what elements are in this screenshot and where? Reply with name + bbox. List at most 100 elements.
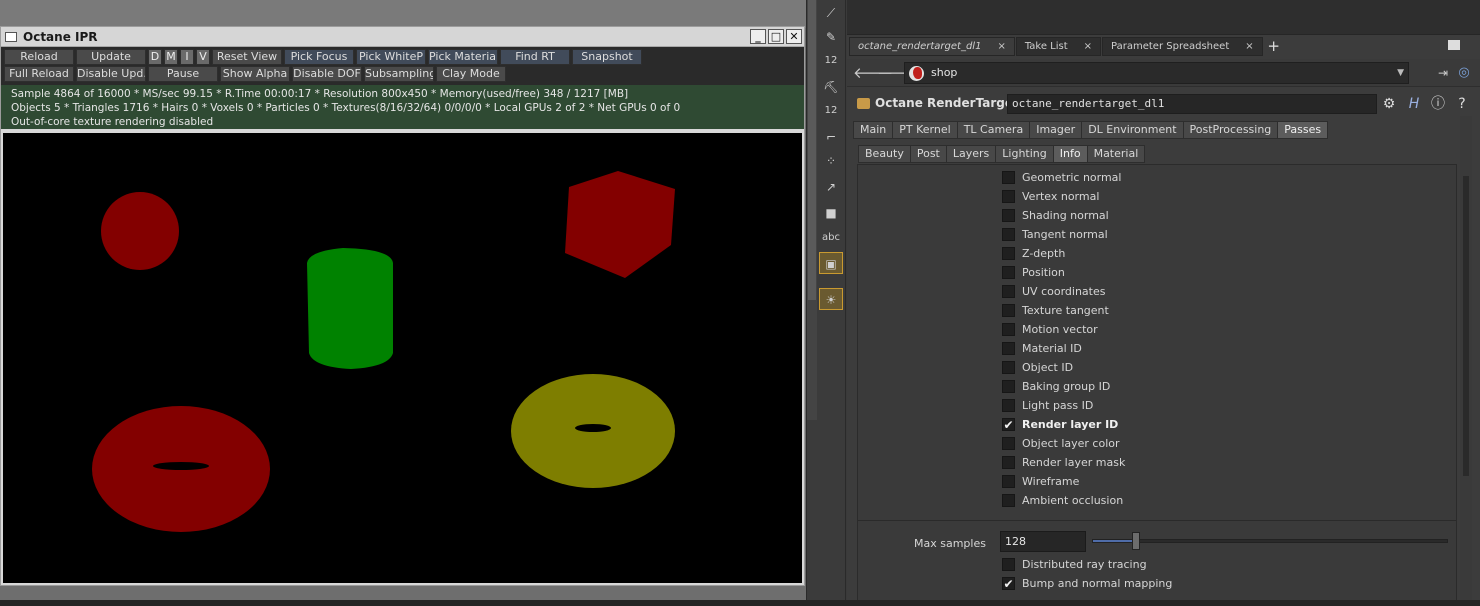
gear-icon[interactable]: ⚙ bbox=[1380, 95, 1398, 113]
pin-icon[interactable]: ⇥ bbox=[1434, 64, 1452, 82]
pass-row-ambient-occlusion[interactable]: Ambient occlusion bbox=[1002, 491, 1123, 510]
ipr-btn-show-alpha[interactable]: Show Alpha bbox=[220, 66, 290, 82]
pass-row-tangent-normal[interactable]: Tangent normal bbox=[1002, 225, 1108, 244]
checkbox[interactable] bbox=[1002, 285, 1015, 298]
ipr-btn-pick-material[interactable]: Pick Material bbox=[428, 49, 498, 65]
tab-passes[interactable]: Passes bbox=[1277, 121, 1329, 139]
panel-scrollbar[interactable] bbox=[1460, 116, 1472, 606]
info-icon[interactable]: ⓘ bbox=[1429, 95, 1447, 113]
option-row-bump-and-normal-mapping[interactable]: ✔ Bump and normal mapping bbox=[1002, 574, 1172, 593]
pass-row-render-layer-mask[interactable]: Render layer mask bbox=[1002, 453, 1125, 472]
checkbox[interactable] bbox=[1002, 323, 1015, 336]
light-icon[interactable]: ☀ bbox=[819, 288, 843, 310]
slider-knob[interactable] bbox=[1131, 532, 1140, 550]
ipr-btn-snapshot[interactable]: Snapshot bbox=[572, 49, 642, 65]
checkbox[interactable] bbox=[1002, 456, 1015, 469]
pass-row-texture-tangent[interactable]: Texture tangent bbox=[1002, 301, 1109, 320]
value-icon[interactable]: 12 bbox=[819, 50, 843, 72]
close-icon[interactable]: × bbox=[997, 37, 1005, 56]
checkbox[interactable]: ✔ bbox=[1002, 577, 1015, 590]
node-name-field[interactable]: octane_rendertarget_dl1 bbox=[1007, 94, 1377, 114]
scrollbar-thumb[interactable] bbox=[808, 0, 816, 300]
pass-row-motion-vector[interactable]: Motion vector bbox=[1002, 320, 1098, 339]
pass-row-material-id[interactable]: Material ID bbox=[1002, 339, 1082, 358]
pass-row-light-pass-id[interactable]: Light pass ID bbox=[1002, 396, 1093, 415]
pane-tab-1[interactable]: Take List × bbox=[1015, 37, 1102, 56]
ipr-btn-disable-upd-[interactable]: Disable Upd. bbox=[76, 66, 146, 82]
pass-row-shading-normal[interactable]: Shading normal bbox=[1002, 206, 1109, 225]
subtab-post[interactable]: Post bbox=[909, 145, 947, 163]
subtab-lighting[interactable]: Lighting bbox=[995, 145, 1054, 163]
checkbox[interactable] bbox=[1002, 380, 1015, 393]
checkbox[interactable] bbox=[1002, 558, 1015, 571]
panel-scrollbar-thumb[interactable] bbox=[1463, 176, 1469, 476]
checkbox[interactable] bbox=[1002, 190, 1015, 203]
ipr-btn-subsampling[interactable]: Subsampling bbox=[364, 66, 434, 82]
text-icon[interactable]: abc bbox=[819, 227, 843, 249]
pass-row-baking-group-id[interactable]: Baking group ID bbox=[1002, 377, 1110, 396]
checkbox[interactable] bbox=[1002, 437, 1015, 450]
subtab-layers[interactable]: Layers bbox=[945, 145, 997, 163]
forward-arrow-icon[interactable]: 🡒 bbox=[877, 64, 917, 82]
pass-row-object-id[interactable]: Object ID bbox=[1002, 358, 1073, 377]
checkbox[interactable] bbox=[1002, 228, 1015, 241]
help-h-icon[interactable]: H bbox=[1405, 95, 1423, 113]
close-button[interactable]: ✕ bbox=[786, 29, 802, 44]
pass-row-geometric-normal[interactable]: Geometric normal bbox=[1002, 168, 1121, 187]
ipr-btn-reset-view[interactable]: Reset View bbox=[212, 49, 282, 65]
pass-row-uv-coordinates[interactable]: UV coordinates bbox=[1002, 282, 1105, 301]
ipr-title-bar[interactable]: Octane IPR _ □ ✕ bbox=[1, 27, 804, 47]
minimize-button[interactable]: _ bbox=[750, 29, 766, 44]
chevron-down-icon[interactable]: ▼ bbox=[1397, 63, 1404, 83]
viewport-scrollbar[interactable] bbox=[807, 0, 817, 420]
subtab-material[interactable]: Material bbox=[1086, 145, 1146, 163]
ipr-btn-v[interactable]: V bbox=[196, 49, 210, 65]
pass-row-vertex-normal[interactable]: Vertex normal bbox=[1002, 187, 1099, 206]
pass-row-z-depth[interactable]: Z-depth bbox=[1002, 244, 1065, 263]
subtab-info[interactable]: Info bbox=[1052, 145, 1088, 163]
pen-icon[interactable]: ✎ bbox=[819, 26, 843, 48]
ipr-btn-pick-focus[interactable]: Pick Focus bbox=[284, 49, 354, 65]
tab-pt-kernel[interactable]: PT Kernel bbox=[892, 121, 958, 139]
option-row-distributed-ray-tracing[interactable]: Distributed ray tracing bbox=[1002, 555, 1147, 574]
checkbox[interactable] bbox=[1002, 494, 1015, 507]
ipr-btn-d[interactable]: D bbox=[148, 49, 162, 65]
question-icon[interactable]: ? bbox=[1453, 95, 1471, 113]
transform-icon[interactable]: ↗ bbox=[819, 176, 843, 198]
checkbox[interactable] bbox=[1002, 361, 1015, 374]
checkbox[interactable] bbox=[1002, 342, 1015, 355]
select-icon[interactable]: ⌐ bbox=[819, 126, 843, 148]
value-icon-2[interactable]: 12 bbox=[819, 100, 843, 122]
brush-icon[interactable]: ⟋ bbox=[819, 2, 843, 24]
ipr-btn-pick-whitep[interactable]: Pick WhiteP bbox=[356, 49, 426, 65]
checkbox[interactable] bbox=[1002, 171, 1015, 184]
max-samples-input[interactable]: 128 bbox=[1000, 531, 1086, 552]
subtab-beauty[interactable]: Beauty bbox=[858, 145, 911, 163]
tab-imager[interactable]: Imager bbox=[1029, 121, 1083, 139]
pass-row-position[interactable]: Position bbox=[1002, 263, 1065, 282]
ipr-btn-pause[interactable]: Pause bbox=[148, 66, 218, 82]
grid-icon[interactable]: ⁘ bbox=[819, 150, 843, 172]
checkbox[interactable] bbox=[1002, 247, 1015, 260]
render-view[interactable] bbox=[3, 133, 802, 583]
paint-icon[interactable]: ⛏ bbox=[819, 76, 843, 98]
back-arrow-icon[interactable]: 🡐 bbox=[853, 64, 893, 82]
ipr-btn-reload[interactable]: Reload bbox=[4, 49, 74, 65]
ipr-btn-disable-dof[interactable]: Disable DOF bbox=[292, 66, 362, 82]
checkbox[interactable] bbox=[1002, 266, 1015, 279]
max-samples-slider[interactable] bbox=[1092, 532, 1448, 550]
checkbox[interactable] bbox=[1002, 209, 1015, 222]
checkbox[interactable] bbox=[1002, 475, 1015, 488]
pass-row-wireframe[interactable]: Wireframe bbox=[1002, 472, 1079, 491]
link-icon[interactable]: ◎ bbox=[1455, 64, 1473, 82]
tab-tl-camera[interactable]: TL Camera bbox=[956, 121, 1031, 139]
pane-tab-0[interactable]: octane_rendertarget_dl1 × bbox=[849, 37, 1015, 56]
tab-postprocessing[interactable]: PostProcessing bbox=[1182, 121, 1279, 139]
checkbox[interactable] bbox=[1002, 399, 1015, 412]
close-icon[interactable]: × bbox=[1084, 37, 1092, 56]
tab-main[interactable]: Main bbox=[853, 121, 894, 139]
ipr-btn-update[interactable]: Update bbox=[76, 49, 146, 65]
ipr-btn-find-rt[interactable]: Find RT bbox=[500, 49, 570, 65]
pass-row-render-layer-id[interactable]: ✔ Render layer ID bbox=[1002, 415, 1118, 434]
network-path-field[interactable]: shop ▼ bbox=[904, 62, 1409, 84]
